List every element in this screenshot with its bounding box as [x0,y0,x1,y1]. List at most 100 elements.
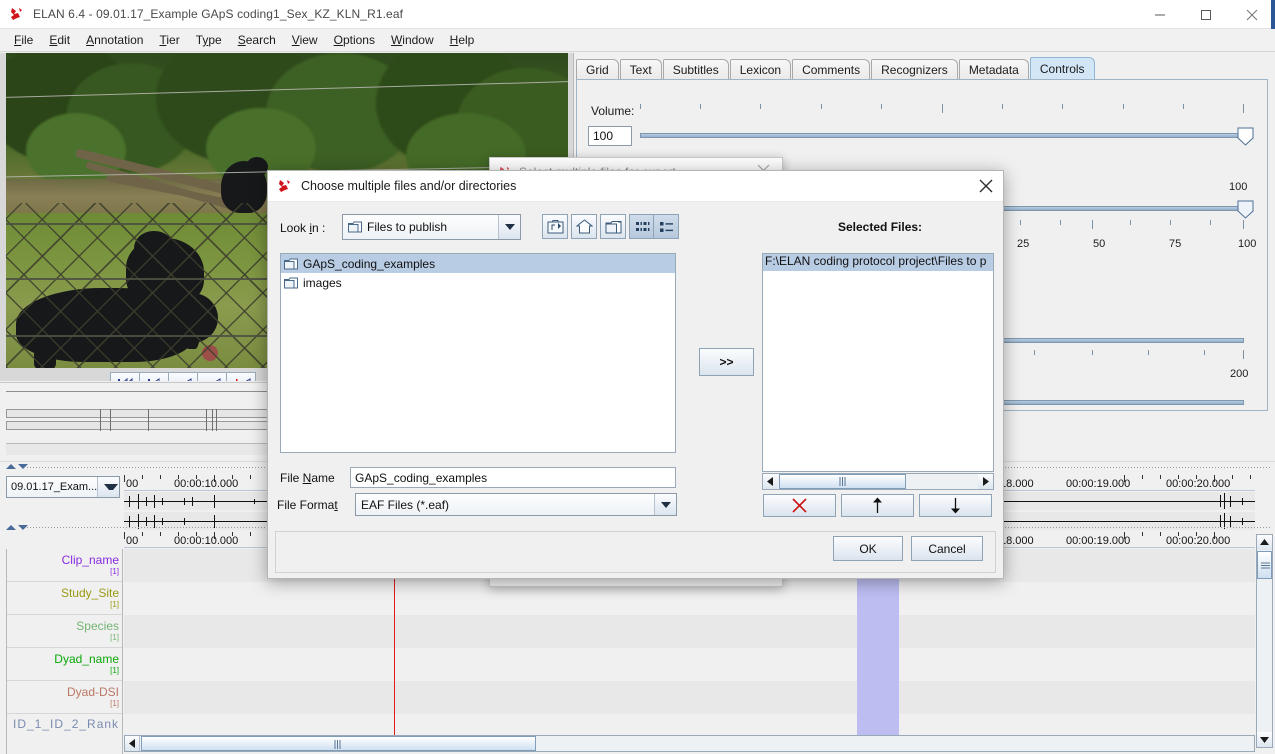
tab-lexicon[interactable]: Lexicon [730,59,791,80]
lane-species[interactable] [124,615,1255,648]
menu-file[interactable]: File [6,31,41,49]
tier-count-dyad-name: [1] [110,666,119,675]
selected-files-horizontal-scrollbar[interactable] [762,473,994,490]
selected-files-list[interactable]: F:\ELAN coding protocol project\Files to… [762,253,994,472]
tier-label-species: Species [76,620,119,633]
details-view-icon[interactable] [653,214,679,239]
ok-button[interactable]: OK [833,536,903,561]
rate-slider-knob[interactable] [1237,200,1254,219]
horizontal-scroll-thumb[interactable] [141,736,536,751]
scroll-up-icon[interactable] [1257,535,1272,550]
tier-selector-combo[interactable]: 09.01.17_Exam... [6,476,120,498]
window-controls [1137,0,1275,29]
previous-selection-boundary-button[interactable] [226,372,256,381]
menu-window-rest: indow [402,33,433,47]
menu-edit[interactable]: Edit [41,31,78,49]
maximize-button[interactable] [1183,0,1229,29]
tab-recognizers[interactable]: Recognizers [871,59,958,80]
scroll-down-icon[interactable] [1257,732,1272,747]
tier-row-species[interactable]: Species [1] [7,615,122,648]
volume-value-field[interactable]: 100 [588,126,632,146]
look-in-chevron-down-icon[interactable] [498,215,520,239]
menu-search[interactable]: Search [230,31,284,49]
look-in-combo[interactable]: Files to publish [342,214,521,240]
selected-file-path: F:\ELAN coding protocol project\Files to… [765,254,986,268]
menu-type[interactable]: Type [188,31,230,49]
tier-row-clip-name[interactable]: Clip_name [1] [7,549,122,582]
list-item-label: GApS_coding_examples [303,257,435,271]
menu-view[interactable]: View [284,31,326,49]
tab-controls[interactable]: Controls [1030,57,1095,80]
tier-count-species: [1] [110,633,119,642]
previous-scroll-view-button[interactable] [139,372,169,381]
tier-row-study-site[interactable]: Study_Site [1] [7,582,122,615]
menu-help[interactable]: Help [442,31,483,49]
tab-metadata[interactable]: Metadata [959,59,1029,80]
file-format-combo[interactable]: EAF Files (*.eaf) [355,493,677,516]
folder-icon [284,258,298,270]
overview-selection[interactable] [6,443,268,455]
tier-splitter-up-arrow[interactable] [6,525,16,530]
cancel-button[interactable]: Cancel [911,536,983,561]
title-accent-bar [1271,0,1275,29]
file-format-chevron-down-icon[interactable] [654,494,676,515]
vertical-scroll-thumb[interactable] [1257,551,1272,579]
elan-icon [9,6,25,22]
menu-annotation[interactable]: Annotation [78,31,151,49]
minimize-button[interactable] [1137,0,1183,29]
list-item-label: images [303,276,342,290]
scroll-left-icon[interactable] [125,736,140,751]
new-folder-icon[interactable] [600,214,626,239]
menu-window[interactable]: Window [383,31,442,49]
home-icon[interactable] [571,214,597,239]
timeline-horizontal-scrollbar[interactable] [124,735,1255,752]
lane-dyad-dsi[interactable] [124,681,1255,714]
move-up-button[interactable] [841,494,914,517]
menu-options[interactable]: Options [326,31,383,49]
menu-options-rest: ptions [343,33,375,47]
chevron-down-icon[interactable] [97,477,119,497]
menu-file-rest: ile [21,33,33,47]
close-button[interactable] [1229,0,1275,29]
tab-subtitles[interactable]: Subtitles [663,59,729,80]
volume-slider-track[interactable] [640,133,1244,138]
volume-tick-label-100: 100 [1229,181,1247,193]
volume-slider-knob[interactable] [1237,127,1254,146]
svg-text:F: F [202,380,207,381]
list-item[interactable]: GApS_coding_examples [281,254,675,273]
upper-ruler-label-19s: 00:00:19.000 [1066,478,1130,490]
tier-vertical-scrollbar[interactable] [1256,534,1273,748]
volume-tick-marks [640,104,1244,113]
folder-icon [284,277,298,289]
list-view-icon[interactable] [629,214,655,239]
play-back-to-start-button[interactable] [110,372,140,381]
tab-text[interactable]: Text [620,59,662,80]
menu-bar: File Edit Annotation Tier Type Search Vi… [0,29,1275,52]
title-bar: ELAN 6.4 - 09.01.17_Example GApS coding1… [0,0,1275,29]
list-item[interactable]: images [281,273,675,292]
list-item[interactable]: F:\ELAN coding protocol project\Files to… [763,254,993,271]
previous-frame-button[interactable]: 1 [168,372,198,381]
elan-application-window: ELAN 6.4 - 09.01.17_Example GApS coding1… [0,0,1275,754]
add-to-selection-button[interactable]: >> [699,348,754,376]
splitter-up-arrow[interactable] [6,464,16,469]
lane-dyad-name[interactable] [124,648,1255,681]
selected-files-scroll-thumb[interactable] [779,474,906,489]
tier-row-id-rank[interactable]: ID_1_ID_2_Rank [7,714,122,747]
scroll-left-icon[interactable] [763,474,778,489]
elan-icon [277,178,293,194]
dialog-close-icon[interactable] [969,171,1003,202]
directory-browser-list[interactable]: GApS_coding_examples images [280,253,676,453]
tier-row-dyad-name[interactable]: Dyad_name [1] [7,648,122,681]
remove-file-button[interactable] [763,494,836,517]
tab-comments[interactable]: Comments [792,59,870,80]
scroll-right-icon[interactable] [978,474,993,489]
file-name-input[interactable]: GApS_coding_examples [350,467,676,488]
previous-annotation-button[interactable]: F [197,372,227,381]
up-one-level-icon[interactable] [542,214,568,239]
tier-row-dyad-dsi[interactable]: Dyad-DSI [1] [7,681,122,714]
move-down-button[interactable] [919,494,992,517]
lower-ruler-label-19s: 00:00:19.000 [1066,535,1130,547]
menu-tier[interactable]: Tier [151,31,187,49]
tab-grid[interactable]: Grid [576,59,619,80]
